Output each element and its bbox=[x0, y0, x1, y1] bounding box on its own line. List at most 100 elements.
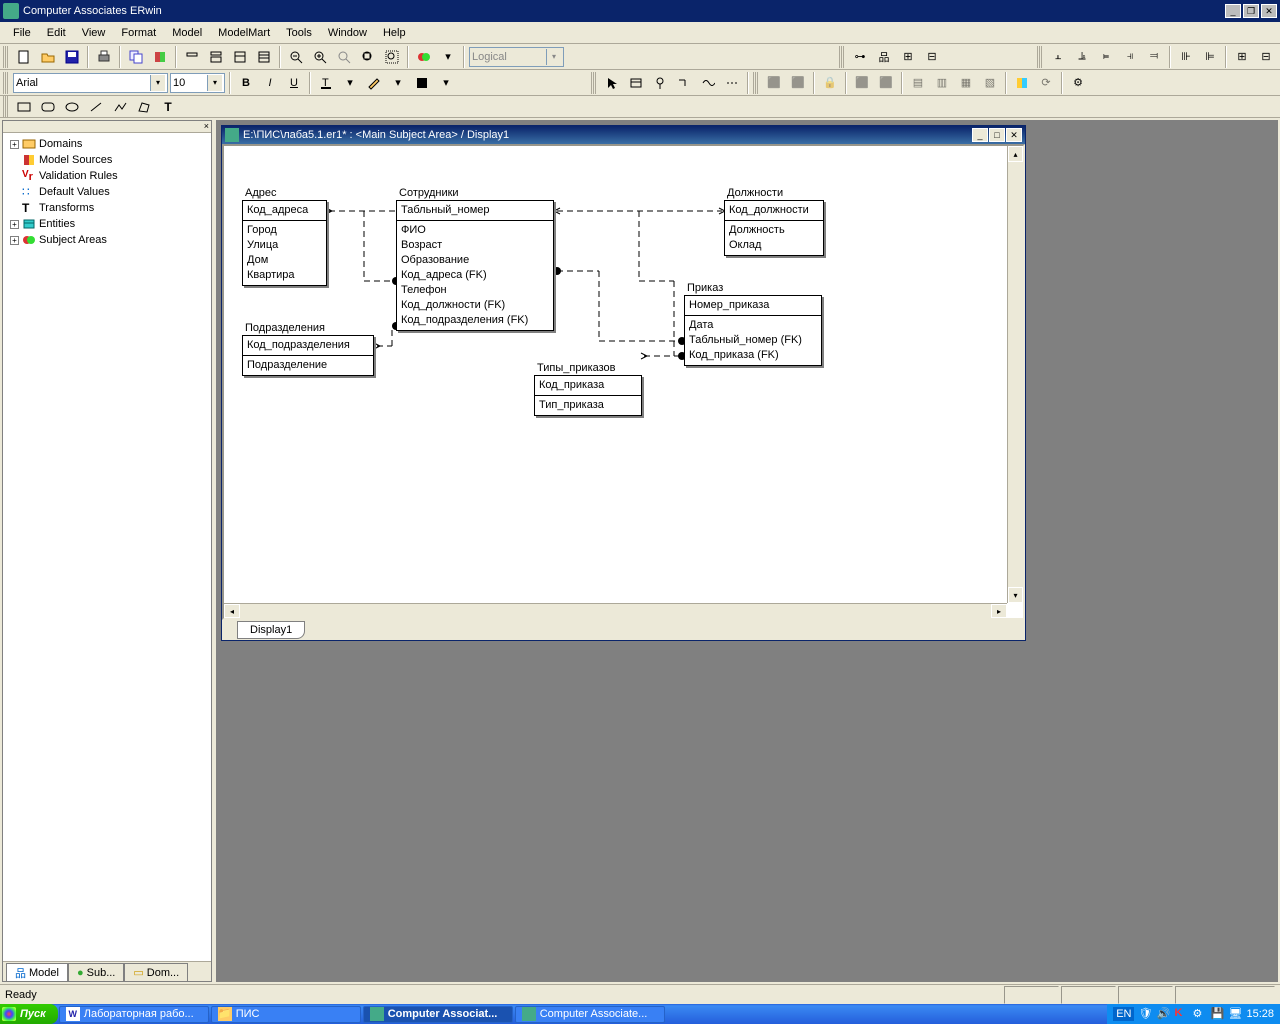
expand-icon[interactable]: + bbox=[10, 236, 19, 245]
pointer-tool[interactable] bbox=[601, 72, 623, 94]
minimize-button[interactable]: _ bbox=[1225, 4, 1241, 18]
toolbar-grip[interactable] bbox=[1037, 46, 1042, 68]
align-top-icon[interactable]: ⫣ bbox=[1119, 46, 1141, 68]
dropdown-icon[interactable]: ▾ bbox=[437, 46, 459, 68]
expand-icon[interactable]: + bbox=[10, 220, 19, 229]
relation-grid-icon[interactable]: ⊟ bbox=[921, 46, 943, 68]
open-button[interactable] bbox=[37, 46, 59, 68]
zoom-in-button[interactable] bbox=[309, 46, 331, 68]
background-color-button[interactable] bbox=[411, 72, 433, 94]
toolbar-grip[interactable] bbox=[3, 46, 8, 68]
task-button-erwin-active[interactable]: Computer Associat... bbox=[363, 1006, 513, 1023]
entity-ordertype[interactable]: Типы_приказов Код_приказа Тип_приказа bbox=[534, 361, 642, 416]
forward-eng-icon[interactable]: ⬛ bbox=[763, 72, 785, 94]
distribute-v-icon[interactable]: ⊫ bbox=[1199, 46, 1221, 68]
horizontal-scrollbar[interactable]: ◂ ▸ bbox=[224, 603, 1007, 618]
menu-file[interactable]: File bbox=[5, 24, 39, 42]
scroll-left-icon[interactable]: ◂ bbox=[224, 604, 240, 618]
lang-indicator[interactable]: EN bbox=[1113, 1007, 1134, 1021]
italic-button[interactable]: I bbox=[259, 72, 281, 94]
save-button[interactable] bbox=[61, 46, 83, 68]
zoom-fit-button[interactable] bbox=[357, 46, 379, 68]
entity-dept[interactable]: Подразделения Код_подразделения Подразде… bbox=[242, 321, 374, 376]
group-icon[interactable]: ⊞ bbox=[1231, 46, 1253, 68]
polyline-tool[interactable] bbox=[109, 96, 131, 118]
fill-color-button[interactable]: ▾ bbox=[339, 72, 361, 94]
zoom-rect-button[interactable] bbox=[381, 46, 403, 68]
report4-icon[interactable]: ▧ bbox=[979, 72, 1001, 94]
tray-icon[interactable]: 💾 bbox=[1210, 1007, 1224, 1021]
rectangle-tool[interactable] bbox=[13, 96, 35, 118]
zoom-100-button[interactable] bbox=[333, 46, 355, 68]
line-tool[interactable] bbox=[85, 96, 107, 118]
underline-button[interactable]: U bbox=[283, 72, 305, 94]
panel-close-icon[interactable]: × bbox=[3, 121, 211, 133]
tray-icon[interactable]: 🖥 bbox=[1228, 1007, 1242, 1021]
tree-item-subjectareas[interactable]: +Subject Areas bbox=[6, 232, 208, 248]
relation-identifying-icon[interactable]: ⊶ bbox=[849, 46, 871, 68]
doc-close-button[interactable]: ✕ bbox=[1006, 128, 1022, 142]
menu-view[interactable]: View bbox=[74, 24, 114, 42]
entity-level-button[interactable] bbox=[181, 46, 203, 68]
start-button[interactable]: Пуск bbox=[0, 1004, 58, 1024]
scroll-right-icon[interactable]: ▸ bbox=[991, 604, 1007, 618]
subtype-tool[interactable] bbox=[649, 72, 671, 94]
entity-address[interactable]: Адрес Код_адреса Город Улица Дом Квартир… bbox=[242, 186, 327, 286]
close-button[interactable]: ✕ bbox=[1261, 4, 1277, 18]
tab-domains[interactable]: ▭Dom... bbox=[124, 963, 188, 981]
font-size-combo[interactable]: 10▾ bbox=[170, 73, 225, 93]
toolbar-grip[interactable] bbox=[591, 72, 596, 94]
complete-compare-icon[interactable] bbox=[1011, 72, 1033, 94]
text-tool[interactable]: T bbox=[157, 96, 179, 118]
bg-dropdown-icon[interactable]: ▾ bbox=[435, 72, 457, 94]
tab-model[interactable]: 品Model bbox=[6, 963, 68, 981]
options-icon[interactable]: ⚙ bbox=[1067, 72, 1089, 94]
vertical-scrollbar[interactable]: ▴ ▾ bbox=[1007, 146, 1023, 603]
report2-icon[interactable]: ▥ bbox=[931, 72, 953, 94]
entity-tool[interactable] bbox=[625, 72, 647, 94]
toolbar-grip[interactable] bbox=[3, 96, 8, 118]
entity-order[interactable]: Приказ Номер_приказа Дата Табльный_номер… bbox=[684, 281, 822, 366]
entity-staff[interactable]: Сотрудники Табльный_номер ФИО Возраст Об… bbox=[396, 186, 554, 331]
copy-button[interactable] bbox=[125, 46, 147, 68]
scroll-up-icon[interactable]: ▴ bbox=[1008, 146, 1023, 162]
relation-tree-icon[interactable]: 品 bbox=[873, 46, 895, 68]
distribute-h-icon[interactable]: ⊪ bbox=[1175, 46, 1197, 68]
scroll-down-icon[interactable]: ▾ bbox=[1008, 587, 1023, 603]
menu-tools[interactable]: Tools bbox=[278, 24, 320, 42]
entity-position[interactable]: Должности Код_должности Должность Оклад bbox=[724, 186, 824, 256]
tree-item-validationrules[interactable]: VrValidation Rules bbox=[6, 168, 208, 184]
lock-icon[interactable]: 🔒 bbox=[819, 72, 841, 94]
task-button-erwin[interactable]: Computer Associate... bbox=[515, 1006, 665, 1023]
tree-item-domains[interactable]: +Domains bbox=[6, 136, 208, 152]
ellipse-tool[interactable] bbox=[61, 96, 83, 118]
menu-model[interactable]: Model bbox=[164, 24, 210, 42]
toolbar-grip[interactable] bbox=[753, 72, 758, 94]
expand-icon[interactable]: + bbox=[10, 140, 19, 149]
tray-icon[interactable]: 🛡 bbox=[1138, 1007, 1152, 1021]
align-right-icon[interactable]: ⫢ bbox=[1095, 46, 1117, 68]
line-color-button[interactable] bbox=[363, 72, 385, 94]
doc-minimize-button[interactable]: _ bbox=[972, 128, 988, 142]
align-center-icon[interactable]: ⫡ bbox=[1071, 46, 1093, 68]
zoom-out-button[interactable] bbox=[285, 46, 307, 68]
db-icon[interactable]: ⬛ bbox=[851, 72, 873, 94]
align-middle-icon[interactable]: ⫤ bbox=[1143, 46, 1165, 68]
display-tab-1[interactable]: Display1 bbox=[237, 621, 305, 639]
new-button[interactable] bbox=[13, 46, 35, 68]
text-color-button[interactable]: T bbox=[315, 72, 337, 94]
doc-titlebar[interactable]: E:\ПИС\лаба5.1.er1* : <Main Subject Area… bbox=[222, 126, 1025, 144]
tree-item-modelsources[interactable]: Model Sources bbox=[6, 152, 208, 168]
identifying-rel-tool[interactable] bbox=[673, 72, 695, 94]
diagram-canvas[interactable]: Адрес Код_адреса Город Улица Дом Квартир… bbox=[222, 144, 1025, 620]
tree-item-entities[interactable]: +Entities bbox=[6, 216, 208, 232]
tab-subject[interactable]: ●Sub... bbox=[68, 963, 124, 981]
menu-edit[interactable]: Edit bbox=[39, 24, 74, 42]
menu-format[interactable]: Format bbox=[113, 24, 164, 42]
menu-help[interactable]: Help bbox=[375, 24, 414, 42]
tray-icon[interactable]: ⚙ bbox=[1192, 1007, 1206, 1021]
report3-icon[interactable]: ▦ bbox=[955, 72, 977, 94]
ungroup-icon[interactable]: ⊟ bbox=[1255, 46, 1277, 68]
tree-item-transforms[interactable]: TTransforms bbox=[6, 200, 208, 216]
sync-icon[interactable]: ⟳ bbox=[1035, 72, 1057, 94]
